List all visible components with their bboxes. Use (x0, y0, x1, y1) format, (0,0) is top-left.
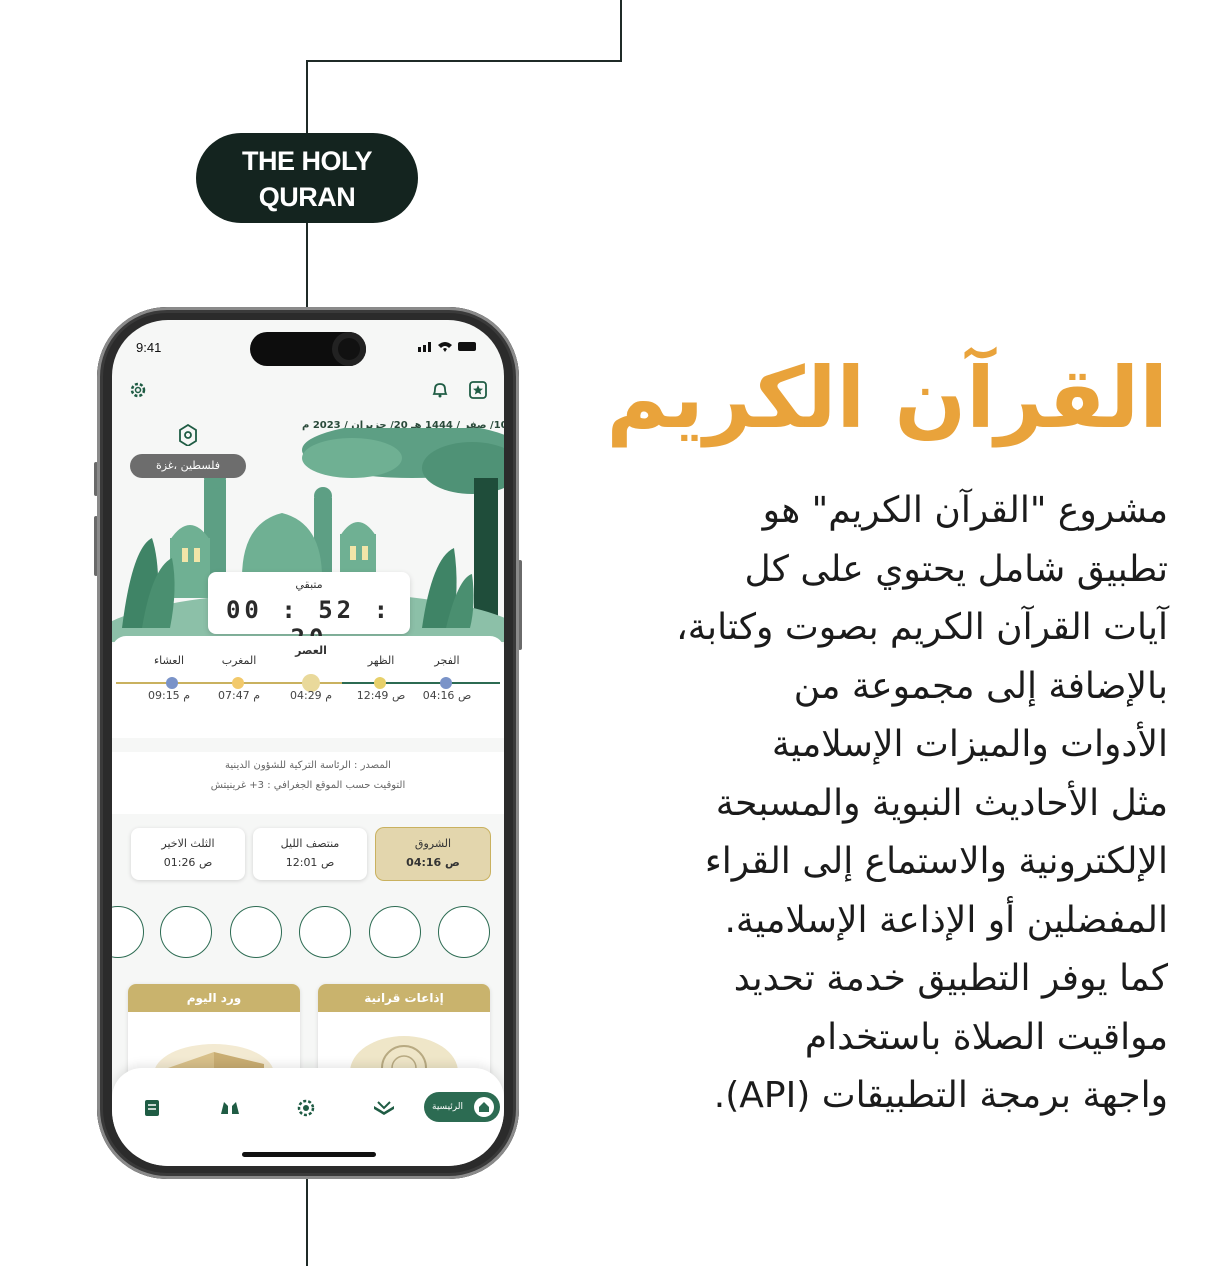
project-badge: THE HOLY QURAN (196, 133, 418, 223)
settings-icon[interactable] (128, 380, 148, 400)
hadith-scroll-icon[interactable] (140, 1096, 164, 1120)
prayer-name: العصر (295, 644, 327, 657)
description-line: مشروع "القرآن الكريم" هو (762, 490, 1168, 531)
description-line: بالإضافة إلى مجموعة من (793, 665, 1168, 707)
prayer-name: العشاء (153, 654, 185, 667)
tile-value: 12:01 ص (285, 856, 335, 869)
tile-label: منتصف الليل (280, 837, 340, 850)
shortcut-circle[interactable] (112, 906, 144, 958)
prayer-name: المغرب (221, 654, 257, 667)
source-info: المصدر : الرئاسة التركية للشؤون الدينية … (112, 752, 504, 814)
source-line: التوقيت حسب الموقع الجغرافي : 3+ غرينيتش (210, 780, 406, 791)
description-line: الأدوات والميزات الإسلامية (771, 724, 1168, 765)
tasbih-icon[interactable] (294, 1096, 318, 1120)
shortcut-circle[interactable] (369, 906, 421, 958)
connector-line (306, 60, 622, 62)
connector-line (620, 0, 622, 62)
countdown-card: متبقي 00 : 52 : 20 (208, 572, 410, 652)
home-indicator (242, 1152, 376, 1157)
badge-line: QURAN (258, 182, 356, 212)
quran-book-icon[interactable] (372, 1096, 396, 1120)
status-time: 9:41 (136, 340, 162, 355)
description-line: آيات القرآن الكريم بصوت وكتابة، (676, 607, 1168, 648)
feature-title: إذاعات قرانية (318, 984, 490, 1012)
prayer-time: 07:47 م (217, 689, 260, 702)
description-line: الإلكترونية والاستماع إلى القراء (704, 841, 1168, 882)
headline: القرآن الكريم (606, 349, 1168, 447)
prayer-time: 04:29 م (289, 689, 332, 702)
tile-sunrise[interactable]: الشروق 04:16 ص (376, 828, 490, 880)
description: مشروع "القرآن الكريم" هو تطبيق شامل يحتو… (628, 482, 1168, 1126)
status-icons (418, 342, 476, 352)
connector-line (306, 222, 308, 308)
shortcut-circle[interactable] (230, 906, 282, 958)
prayer-item-isha[interactable]: العشاء 09:15 م (134, 654, 204, 702)
prayer-name: الظهر (367, 654, 395, 667)
shortcut-circle[interactable] (438, 906, 490, 958)
tile-label: الثلث الاخير (161, 837, 215, 850)
tile-label: الشروق (414, 837, 452, 850)
description-line: تطبيق شامل يحتوي على كل (744, 548, 1168, 590)
prayer-item-maghrib[interactable]: المغرب 07:47 م (204, 654, 274, 702)
camera (332, 332, 366, 366)
prayer-item-asr[interactable]: العصر 04:29 م (276, 644, 346, 702)
source-line: المصدر : الرئاسة التركية للشؤون الدينية (225, 760, 391, 771)
app-screen: 9:41 10/ صفر / 1444 هـ 20/ حزيران / 2023… (112, 320, 504, 1166)
description-line: المفضلين أو الإذاعة الإسلامية. (724, 899, 1168, 941)
connector-line (306, 60, 308, 134)
location-pin-icon (179, 424, 197, 446)
prayer-time: 09:15 م (147, 689, 190, 702)
tile-last-third[interactable]: الثلث الاخير 01:26 ص (131, 828, 245, 880)
shortcut-circle[interactable] (160, 906, 212, 958)
tile-value: 04:16 ص (406, 856, 460, 869)
badge-line: THE HOLY (241, 146, 373, 176)
prayer-item-dhuhr[interactable]: الظهر 12:49 ص (346, 654, 416, 702)
feature-title: ورد اليوم (128, 984, 300, 1012)
prayer-item-fajr[interactable]: الفجر 04:16 ص (412, 654, 482, 702)
favorites-star-icon[interactable] (468, 380, 488, 400)
description-line: مثل الأحاديث النبوية والمسبحة (715, 782, 1168, 824)
notification-bell-icon[interactable] (430, 380, 450, 400)
description-line: كما يوفر التطبيق خدمة تحديد (733, 958, 1168, 999)
tile-midnight[interactable]: منتصف الليل 12:01 ص (253, 828, 367, 880)
prayer-times-card: الفجر 04:16 ص الظهر 12:49 ص العصر 04:29 … (112, 636, 504, 738)
home-icon (474, 1097, 494, 1117)
nav-home-label: الرئيسية (432, 1102, 463, 1112)
prayer-name: الفجر (434, 654, 460, 667)
prayer-time: 12:49 ص (356, 689, 406, 702)
description-line: واجهة برمجة التطبيقات (API). (713, 1075, 1168, 1116)
prayer-time: 04:16 ص (422, 689, 472, 702)
connector-line (306, 1178, 308, 1266)
tile-value: 01:26 ص (163, 856, 213, 869)
shortcut-circle[interactable] (299, 906, 351, 958)
description-line: مواقيت الصلاة باستخدام (804, 1016, 1168, 1058)
location-label[interactable]: فلسطين ،غزة (130, 454, 246, 478)
countdown-label: متبقي (295, 578, 323, 591)
nav-home-button[interactable]: الرئيسية (424, 1092, 500, 1122)
prayer-hands-icon[interactable] (218, 1096, 242, 1120)
